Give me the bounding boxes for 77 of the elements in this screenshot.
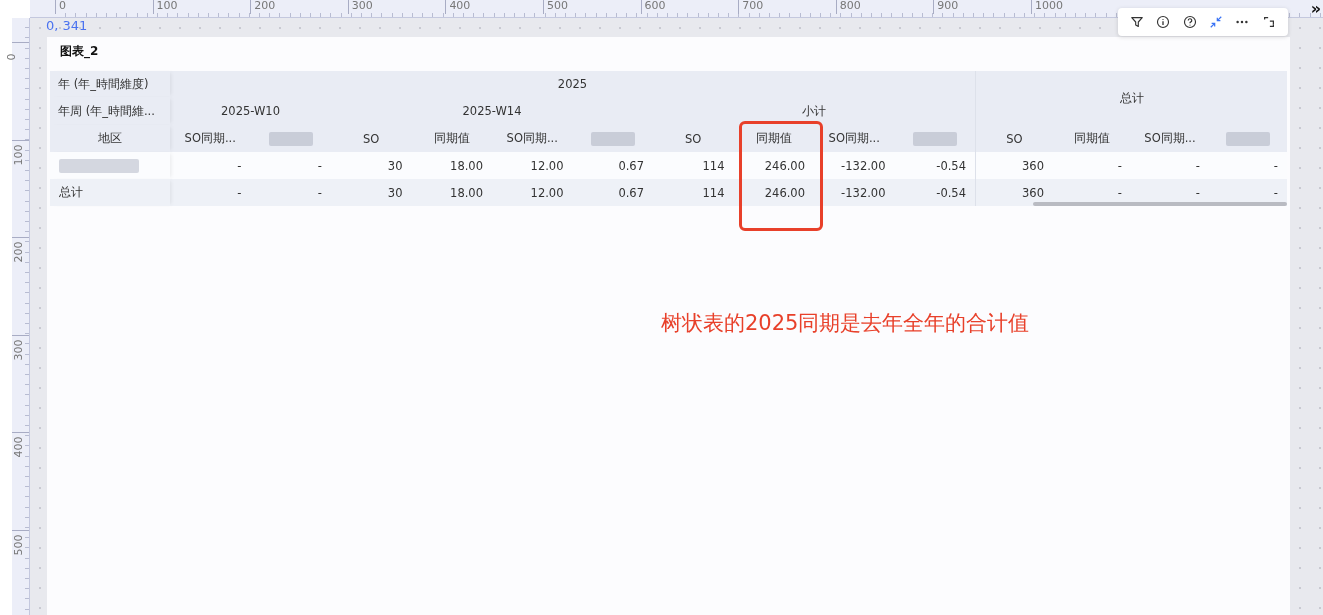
- ruler-label: 0: [55, 0, 153, 14]
- ruler-label: 500: [542, 0, 641, 14]
- ruler-label: 100: [12, 144, 25, 166]
- table-cell: 246.00: [764, 185, 805, 200]
- table-cell: -: [317, 158, 322, 173]
- resize-icon[interactable]: [1261, 15, 1276, 29]
- table-cell: -132.00: [841, 185, 886, 200]
- table-cell: -: [1195, 158, 1200, 173]
- ruler-label: 300: [347, 0, 446, 14]
- column-header: SO同期...: [1144, 131, 1196, 146]
- header-label: 小计: [802, 103, 826, 119]
- table-cell: -: [1117, 185, 1122, 200]
- ruler-label: 0: [5, 53, 18, 61]
- table-cell: -: [1273, 185, 1278, 200]
- info-icon[interactable]: [1156, 15, 1171, 29]
- ruler-label: 300: [12, 339, 25, 361]
- table-cell: 114: [702, 158, 725, 173]
- table-cell: 0.67: [618, 158, 644, 173]
- table-cell: -: [1273, 158, 1278, 173]
- column-header: SO: [685, 131, 702, 146]
- header-label: 2025: [557, 77, 588, 91]
- table-cell: -0.54: [936, 185, 966, 200]
- ruler-label: 900: [933, 0, 1031, 14]
- table-cell: -: [237, 185, 242, 200]
- table-cell: 30: [387, 158, 403, 173]
- column-header: SO: [363, 131, 380, 146]
- header-label: 地区: [98, 131, 122, 146]
- header-label: 2025-W10: [221, 104, 280, 118]
- filter-icon[interactable]: [1130, 15, 1145, 29]
- blurred-label: [912, 131, 957, 146]
- column-header: 同期值: [433, 131, 470, 146]
- column-header: SO同期...: [506, 131, 558, 146]
- blurred-label: [1226, 131, 1270, 146]
- header-label: 2025-W14: [462, 104, 522, 118]
- position-label: 0, 341: [46, 18, 88, 33]
- header-label: 年周 (年_時間維...: [58, 103, 155, 119]
- table-cell: -: [237, 158, 242, 173]
- table-cell: -0.54: [936, 158, 966, 173]
- blurred-label: [268, 131, 313, 146]
- table-cell: 360: [1022, 185, 1044, 200]
- scrollbar[interactable]: [1033, 202, 1287, 206]
- collapse-icon[interactable]: [1209, 15, 1224, 29]
- header-label: 总计: [1119, 90, 1144, 106]
- blurred-label: [590, 131, 635, 146]
- column-header: 同期值: [755, 131, 792, 146]
- ruler-label: 100: [152, 0, 251, 14]
- table-cell: -: [317, 185, 322, 200]
- table-cell: 18.00: [450, 158, 483, 173]
- ruler-label: 200: [12, 241, 25, 263]
- table-cell: 12.00: [530, 158, 564, 173]
- table-cell: 114: [702, 185, 725, 200]
- table-cell: 18.00: [450, 185, 483, 200]
- table-cell: 0.67: [618, 185, 644, 200]
- expand-button[interactable]: »: [1310, 1, 1321, 17]
- table-cell: 12.00: [530, 185, 564, 200]
- ruler-label: 200: [250, 0, 348, 14]
- ruler-label: 400: [12, 436, 25, 458]
- annotation-text: 树状表的2025同期是去年全年的合计值: [660, 310, 1031, 337]
- table-cell: -: [1117, 158, 1122, 173]
- table-cell: -: [1195, 185, 1200, 200]
- ruler-label: 500: [12, 534, 25, 556]
- table-cell: -132.00: [841, 158, 886, 173]
- header-label: 年 (年_時間維度): [58, 76, 149, 92]
- table-cell: 360: [1022, 158, 1044, 173]
- column-header: SO: [1006, 131, 1023, 146]
- table-cell: 246.00: [764, 158, 805, 173]
- column-header: SO同期...: [828, 131, 880, 146]
- ruler-label: 800: [835, 0, 934, 14]
- ruler-label: 700: [738, 0, 836, 14]
- column-header: 同期值: [1074, 131, 1110, 146]
- help-icon[interactable]: [1182, 15, 1197, 29]
- row-label: 总计: [59, 185, 83, 200]
- column-header: SO同期...: [184, 131, 236, 146]
- table-cell: 30: [387, 185, 403, 200]
- chart-title: 图表_2: [59, 43, 100, 61]
- ruler-label: 600: [640, 0, 739, 14]
- ruler-label: 400: [445, 0, 543, 14]
